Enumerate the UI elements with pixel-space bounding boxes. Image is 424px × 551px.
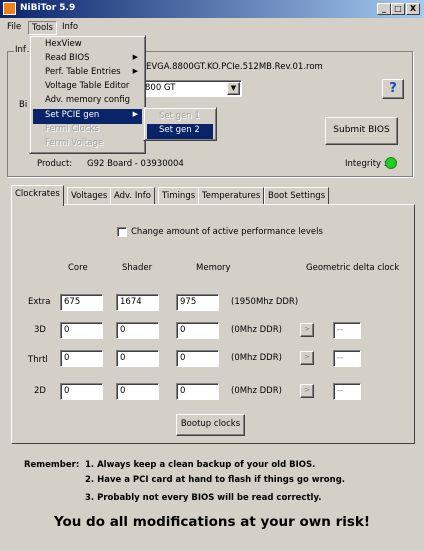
- thrtl-shader-input[interactable]: 0: [116, 350, 159, 367]
- help-button[interactable]: ?: [382, 79, 404, 99]
- row-label-extra: Extra: [28, 297, 51, 307]
- extra-memory-input[interactable]: 975: [176, 294, 219, 311]
- close-button[interactable]: X: [406, 3, 420, 15]
- 2d-memory-note: (0Mhz DDR): [231, 386, 282, 396]
- perf-levels-label: Change amount of active performance leve…: [131, 227, 323, 237]
- chevron-down-icon[interactable]: ▼: [227, 82, 240, 95]
- extra-core-input[interactable]: 675: [60, 294, 103, 311]
- submenu-arrow-icon: ▶: [132, 53, 138, 61]
- submenu-arrow-icon: ▶: [132, 110, 138, 118]
- bootup-clocks-button[interactable]: Bootup clocks: [176, 414, 245, 436]
- tab-temperatures[interactable]: Temperatures: [198, 187, 265, 205]
- info-group-label: Inf: [14, 45, 27, 55]
- maximize-button[interactable]: □: [391, 3, 405, 15]
- remember-line-3: 3. Probably not every BIOS will be read …: [85, 493, 322, 503]
- remember-prefix: Remember:: [24, 460, 80, 470]
- perf-levels-checkbox[interactable]: [117, 227, 127, 237]
- menu-item-adv-memory[interactable]: Adv. memory config: [33, 94, 142, 109]
- 2d-memory-input[interactable]: 0: [176, 383, 219, 400]
- 3d-delta-input[interactable]: --: [333, 322, 361, 339]
- 3d-delta-button[interactable]: >: [300, 323, 314, 337]
- minimize-button[interactable]: _: [377, 3, 391, 15]
- tab-boot-settings[interactable]: Boot Settings: [264, 187, 330, 205]
- menu-item-set-pcie-gen[interactable]: Set PCIE gen ▶: [33, 109, 142, 124]
- thrtl-delta-button[interactable]: >: [300, 351, 314, 365]
- tools-menu: HexView Read BIOS ▶ Perf. Table Entries ▶ …: [29, 35, 146, 154]
- menu-item-hexview[interactable]: HexView: [33, 38, 142, 53]
- product-label: Product:: [37, 159, 73, 169]
- header-shader: Shader: [122, 263, 153, 273]
- thrtl-core-input[interactable]: 0: [60, 350, 103, 367]
- thrtl-memory-note: (0Mhz DDR): [231, 353, 282, 363]
- thrtl-delta-input[interactable]: --: [333, 350, 361, 367]
- 3d-memory-note: (0Mhz DDR): [231, 325, 282, 335]
- menu-info[interactable]: Info: [59, 21, 81, 35]
- app-icon: [3, 2, 16, 15]
- 3d-core-input[interactable]: 0: [60, 322, 103, 339]
- window-title: NiBiTor 5.9: [20, 3, 76, 13]
- 2d-delta-button[interactable]: >: [300, 384, 314, 398]
- integrity-indicator: [385, 157, 397, 169]
- submenu-arrow-icon: ▶: [132, 67, 138, 75]
- risk-warning: You do all modifications at your own ris…: [53, 514, 371, 530]
- menu-bar: File Tools Info: [0, 19, 424, 36]
- extra-shader-input[interactable]: 1674: [116, 294, 159, 311]
- 3d-memory-input[interactable]: 0: [176, 322, 219, 339]
- row-label-2d: 2D: [34, 386, 46, 396]
- submenu-item-gen2[interactable]: Set gen 2: [147, 124, 213, 139]
- menu-item-voltage-table[interactable]: Voltage Table Editor: [33, 80, 142, 95]
- header-delta: Geometric delta clock: [306, 263, 400, 273]
- submit-bios-button[interactable]: Submit BIOS: [325, 117, 398, 145]
- menu-file[interactable]: File: [4, 21, 24, 35]
- tab-clockrates[interactable]: Clockrates: [11, 185, 64, 206]
- row-label-3d: 3D: [34, 325, 46, 335]
- 3d-shader-input[interactable]: 0: [116, 322, 159, 339]
- header-memory: Memory: [196, 263, 231, 273]
- submenu-item-gen1[interactable]: Set gen 1: [147, 110, 213, 125]
- tab-voltages[interactable]: Voltages: [67, 187, 112, 205]
- menu-item-fermi-clocks[interactable]: Fermi Clocks: [33, 123, 142, 138]
- 2d-core-input[interactable]: 0: [60, 383, 103, 400]
- tab-adv-info[interactable]: Adv. Info: [110, 187, 155, 205]
- menu-item-perf-table[interactable]: Perf. Table Entries ▶: [33, 66, 142, 81]
- 2d-delta-input[interactable]: --: [333, 383, 361, 400]
- menu-item-read-bios[interactable]: Read BIOS ▶: [33, 52, 142, 67]
- integrity-label: Integrity :: [345, 159, 387, 169]
- header-core: Core: [68, 263, 88, 273]
- product-value: G92 Board - 03930004: [87, 159, 184, 169]
- card-select[interactable]: 800 GT ▼: [138, 80, 242, 97]
- remember-line-2: 2. Have a PCI card at hand to flash if t…: [85, 475, 346, 485]
- card-label: Bi: [19, 100, 28, 110]
- menu-item-fermi-voltage[interactable]: Fermi Voltage: [33, 137, 142, 152]
- pcie-submenu: Set gen 1 Set gen 2: [143, 107, 217, 141]
- 2d-shader-input[interactable]: 0: [116, 383, 159, 400]
- extra-memory-note: (1950Mhz DDR): [231, 297, 299, 307]
- remember-line-1: 1. Always keep a clean backup of your ol…: [85, 460, 316, 470]
- menu-tools[interactable]: Tools: [28, 21, 57, 35]
- thrtl-memory-input[interactable]: 0: [176, 350, 219, 367]
- title-bar: NiBiTor 5.9 _ □ X: [0, 0, 424, 18]
- bios-filename: EVGA.8800GT.KO.PCIe.512MB.Rev.01.rom: [146, 62, 323, 72]
- card-select-value: 800 GT: [145, 83, 176, 93]
- row-label-thrtl: Thrtl: [28, 355, 48, 365]
- tab-timings[interactable]: Timings: [158, 187, 200, 205]
